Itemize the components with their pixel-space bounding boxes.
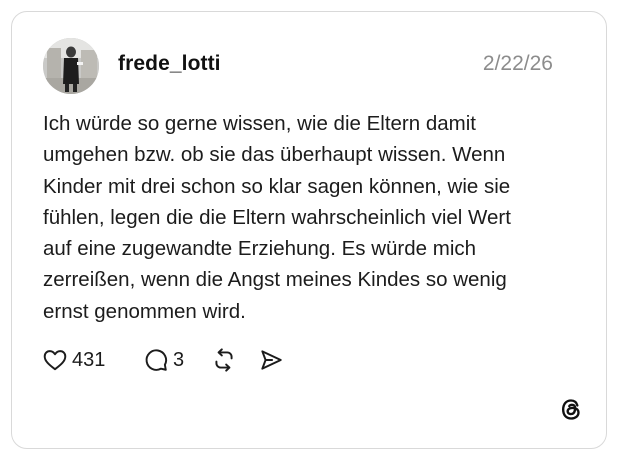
like-button[interactable]: 431 [42,347,105,373]
post-date: 2/22/26 [482,52,553,75]
post-card: frede_lotti 2/22/26 Ich würde so gerne w… [11,11,607,449]
comment-icon [145,349,168,371]
post-text: Ich würde so gerne wissen, wie die Elter… [43,112,511,323]
heart-icon [43,350,67,371]
repost-button[interactable] [211,347,237,373]
threads-logo-icon [558,396,585,423]
send-icon [261,350,282,370]
reply-button[interactable]: 3 [143,347,184,373]
reply-count: 3 [173,349,185,371]
repost-icon [215,348,233,372]
avatar[interactable] [43,38,99,94]
share-button[interactable] [258,347,284,373]
avatar-photo-icon [43,38,99,94]
author-username[interactable]: frede_lotti [118,52,221,76]
like-count: 431 [72,349,106,371]
